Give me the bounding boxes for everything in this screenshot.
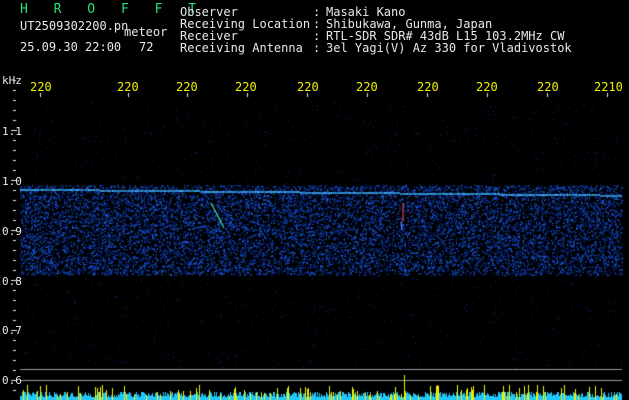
x-tick-label: 220 — [235, 80, 257, 94]
x-tick-label: 220 — [117, 80, 139, 94]
x-tick-label: 220 — [476, 80, 498, 94]
x-tick-label: 220 — [297, 80, 319, 94]
datetime-label: 25.09.30 22:00 — [20, 40, 122, 54]
y-tick-label: 0.9 — [2, 225, 22, 238]
x-tick-label: 220 — [417, 80, 439, 94]
x-tick-label: 220 — [356, 80, 378, 94]
y-tick-label: 0.7 — [2, 324, 22, 337]
y-tick-label: 1.1 — [2, 125, 22, 138]
detection-type-label: meteor — [124, 25, 168, 39]
x-tick-label: 220 — [537, 80, 559, 94]
x-tick-label: 220 — [30, 80, 52, 94]
y-axis-unit: kHz — [2, 74, 22, 87]
x-tick-label: 220 — [176, 80, 198, 94]
screen: { "header": { "title": "H R O F F T", "f… — [0, 0, 629, 400]
count-label: 72 — [139, 40, 154, 54]
app-title: H R O F F T — [20, 2, 206, 17]
spectrogram-canvas — [0, 0, 629, 400]
x-tick-label: 2210 — [594, 80, 623, 94]
separator: : — [313, 41, 321, 55]
y-tick-label: 0.6 — [2, 374, 22, 387]
antenna-key: Receiving Antenna — [180, 41, 303, 55]
y-tick-label: 0.8 — [2, 275, 22, 288]
antenna-value: 3el Yagi(V) Az 330 for Vladivostok — [326, 41, 572, 55]
filename-label: UT2509302200.pn — [20, 19, 129, 33]
y-tick-label: 1.0 — [2, 175, 22, 188]
